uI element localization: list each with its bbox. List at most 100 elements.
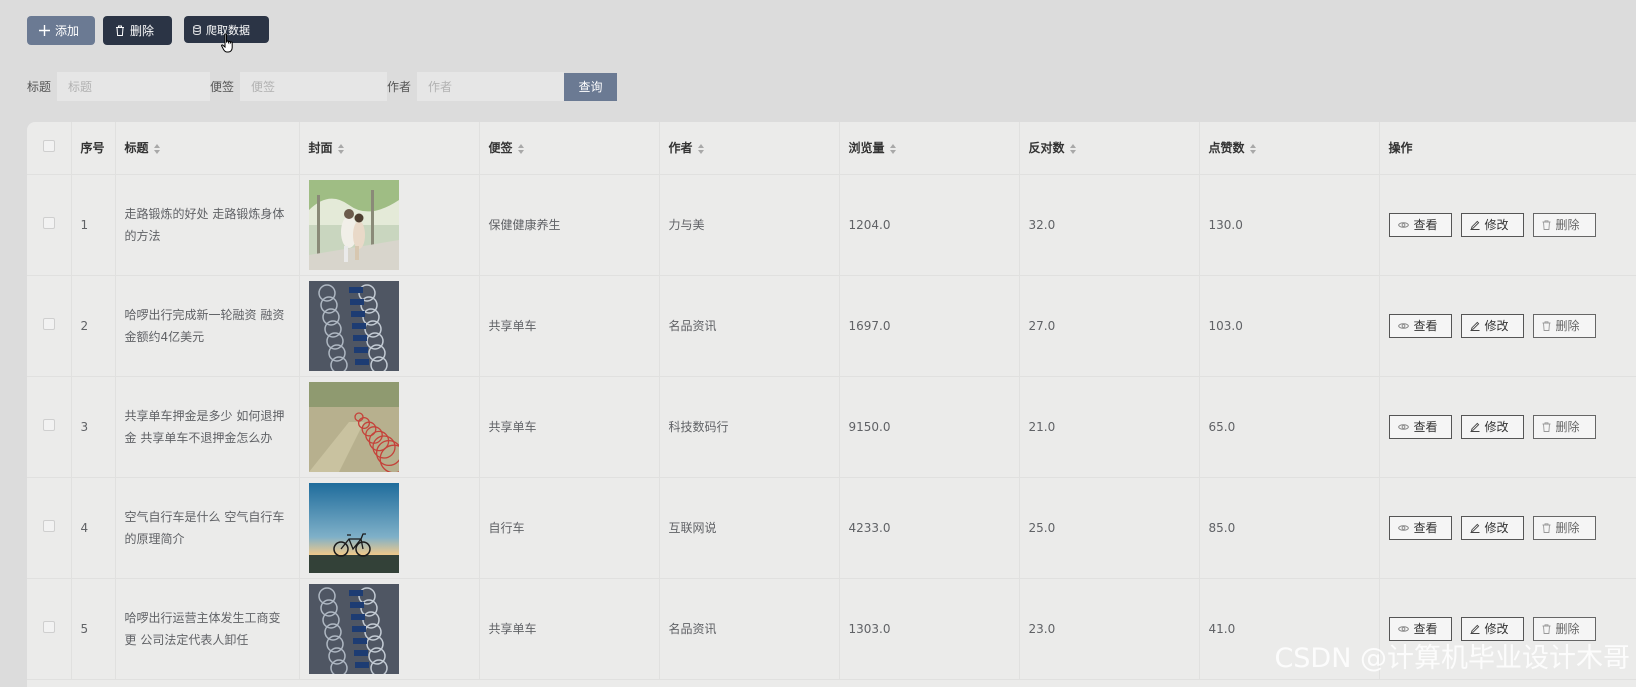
row-actions: 查看 修改 删除: [1379, 376, 1636, 478]
row-cover: [299, 174, 480, 276]
edit-icon: [1470, 523, 1479, 533]
trash-icon: [116, 25, 124, 36]
trash-icon: [1542, 522, 1550, 533]
edit-icon: [1470, 220, 1479, 230]
trash-icon: [1542, 320, 1550, 331]
trash-icon: [1542, 219, 1550, 230]
sort-icon[interactable]: [337, 143, 344, 154]
query-button[interactable]: 查询: [564, 72, 618, 101]
edit-button[interactable]: 修改: [1460, 414, 1524, 439]
row-actions: 查看 修改 删除: [1379, 477, 1636, 579]
delete-row-button[interactable]: 删除: [1532, 515, 1596, 540]
row-author: 力与美: [659, 174, 840, 276]
row-tag: 保健健康养生: [479, 174, 660, 276]
row-views: 1697.0: [839, 275, 1020, 377]
author-filter-label: 作者: [387, 80, 412, 94]
row-author: 互联网说: [659, 477, 840, 579]
edit-button[interactable]: 修改: [1460, 212, 1524, 237]
row-dislikes: 32.0: [1019, 174, 1200, 276]
view-button[interactable]: 查看: [1388, 313, 1452, 338]
bike-rack-photo: [308, 583, 479, 674]
header-tag[interactable]: 便签: [479, 122, 660, 175]
table-header-row: 序号 标题 封面 便签 作者 浏览量 反对数 点赞数 操作: [27, 122, 1636, 175]
row-tag: 共享单车: [479, 275, 660, 377]
watermark: CSDN @计算机毕业设计木哥: [1274, 643, 1630, 674]
edit-button[interactable]: 修改: [1460, 313, 1524, 338]
row-index: 1: [71, 174, 116, 276]
header-likes[interactable]: 点赞数: [1199, 122, 1380, 175]
title-filter-label: 标题: [27, 80, 52, 94]
row-likes: 103.0: [1199, 275, 1380, 377]
row-select-cell: [27, 275, 72, 377]
row-checkbox[interactable]: [42, 318, 55, 330]
view-button[interactable]: 查看: [1388, 515, 1452, 540]
row-likes: 130.0: [1199, 174, 1380, 276]
row-author: 名品资讯: [659, 275, 840, 377]
eye-icon: [1397, 423, 1409, 430]
eye-icon: [1397, 322, 1409, 329]
row-tag: 共享单车: [479, 578, 660, 680]
row-dislikes: 23.0: [1019, 578, 1200, 680]
row-views: 4233.0: [839, 477, 1020, 579]
delete-row-button[interactable]: 删除: [1532, 212, 1596, 237]
database-icon: [193, 24, 201, 35]
header-cover[interactable]: 封面: [299, 122, 480, 175]
view-button[interactable]: 查看: [1388, 414, 1452, 439]
delete-row-button[interactable]: 删除: [1532, 313, 1596, 338]
delete-row-button[interactable]: 删除: [1532, 414, 1596, 439]
header-author[interactable]: 作者: [659, 122, 840, 175]
header-index: 序号: [71, 122, 116, 175]
sort-icon[interactable]: [153, 143, 160, 154]
title-filter-input[interactable]: [57, 72, 211, 101]
bike-row-photo: [308, 381, 479, 472]
table-row: 2 哈啰出行完成新一轮融资 融资金额约4亿美元 共享单车 名品资讯 1697.0 27.0…: [27, 275, 1636, 377]
row-views: 9150.0: [839, 376, 1020, 478]
row-dislikes: 25.0: [1019, 477, 1200, 579]
sort-icon[interactable]: [889, 143, 896, 154]
plus-icon: [39, 25, 50, 36]
trash-icon: [1542, 421, 1550, 432]
row-cover: [299, 578, 480, 680]
eye-icon: [1397, 625, 1409, 632]
delete-button[interactable]: 删除: [103, 16, 172, 45]
row-checkbox[interactable]: [42, 419, 55, 431]
eye-icon: [1397, 221, 1409, 228]
header-views[interactable]: 浏览量: [839, 122, 1020, 175]
tag-filter-input[interactable]: [240, 72, 388, 101]
row-cover: [299, 275, 480, 377]
edit-icon: [1470, 624, 1479, 634]
row-likes: 85.0: [1199, 477, 1380, 579]
header-actions: 操作: [1379, 122, 1636, 175]
row-select-cell: [27, 578, 72, 680]
sort-icon[interactable]: [517, 143, 524, 154]
select-all-checkbox[interactable]: [42, 140, 55, 153]
eye-icon: [1397, 524, 1409, 531]
add-button[interactable]: 添加: [27, 16, 95, 45]
row-select-cell: [27, 477, 72, 579]
row-actions: 查看 修改 删除: [1379, 174, 1636, 276]
header-title[interactable]: 标题: [115, 122, 300, 175]
row-cover: [299, 477, 480, 579]
view-button[interactable]: 查看: [1388, 212, 1452, 237]
row-author: 科技数码行: [659, 376, 840, 478]
row-index: 4: [71, 477, 116, 579]
sort-icon[interactable]: [697, 143, 704, 154]
edit-button[interactable]: 修改: [1460, 515, 1524, 540]
author-filter-input[interactable]: [417, 72, 565, 101]
sort-icon[interactable]: [1069, 143, 1076, 154]
row-checkbox[interactable]: [42, 621, 55, 633]
row-select-cell: [27, 376, 72, 478]
row-dislikes: 27.0: [1019, 275, 1200, 377]
row-checkbox[interactable]: [42, 217, 55, 229]
search-bar: 标题 便签 作者 查询: [27, 72, 618, 101]
row-title: 哈啰出行完成新一轮融资 融资金额约4亿美元: [115, 275, 300, 377]
row-views: 1303.0: [839, 578, 1020, 680]
sort-icon[interactable]: [1249, 143, 1256, 154]
row-views: 1204.0: [839, 174, 1020, 276]
row-checkbox[interactable]: [42, 520, 55, 532]
row-author: 名品资讯: [659, 578, 840, 680]
row-tag: 自行车: [479, 477, 660, 579]
bicycle-sunset-photo: [308, 482, 479, 573]
row-index: 2: [71, 275, 116, 377]
header-dislikes[interactable]: 反对数: [1019, 122, 1200, 175]
